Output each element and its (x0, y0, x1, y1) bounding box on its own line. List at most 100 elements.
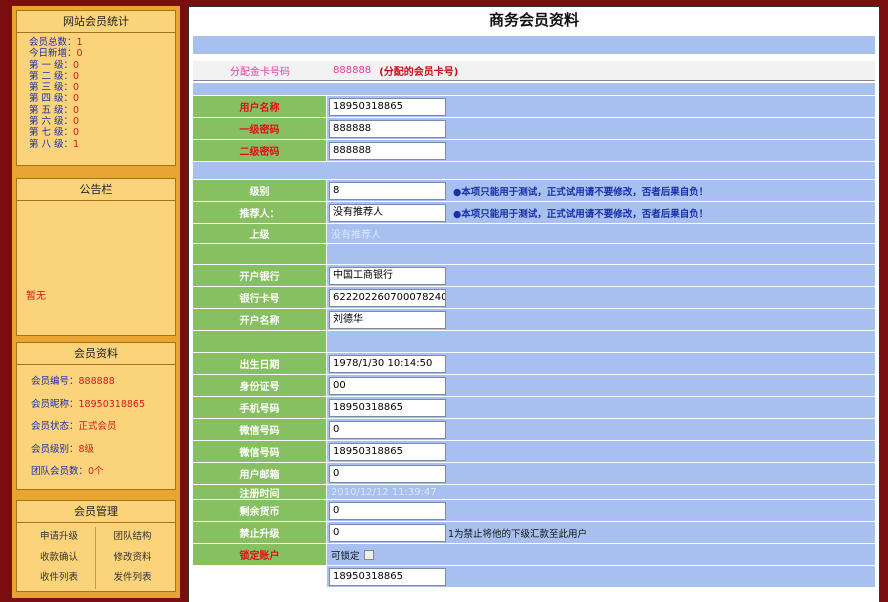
stat-label: 第 八 级： (29, 138, 74, 150)
card-no-field[interactable]: 6222022607000782406 (329, 288, 446, 307)
stat-value: 0 (73, 127, 80, 139)
member-info-title: 会员资料 (17, 343, 175, 365)
stat-label: 第 六 级： (29, 116, 74, 128)
info-row: 会员状态：正式会员 (31, 416, 175, 439)
info-label: 会员编号： (31, 376, 79, 387)
row-referrer: 推荐人： 没有推荐人 ●本项只能用于测试，正式试用请不要修改，否者后果自负！ (193, 202, 875, 223)
main-panel: 商务会员资料 分配金卡号码 888888 (分配的会员卡号) 用户名称 1895… (188, 6, 880, 602)
link-apply-upgrade[interactable]: 申请升级 (23, 527, 96, 548)
spacer-label (193, 331, 327, 352)
link-outbox[interactable]: 发件列表 (96, 568, 169, 589)
email-field[interactable]: 0 (329, 464, 446, 483)
id-no-field[interactable]: 00 (329, 376, 446, 395)
stat-label: 第 二 级： (29, 70, 74, 82)
pwd2-field[interactable]: 888888 (329, 141, 446, 160)
card-label: 分配金卡号码 (230, 67, 290, 78)
account-name-label: 开户名称 (193, 309, 327, 330)
referrer-note: ●本项只能用于测试，正式试用请不要修改，否者后果自负！ (453, 208, 709, 220)
management-links: 申请升级 团队结构 收款确认 修改资料 收件列表 发件列表 (17, 523, 175, 593)
card-note: (分配的会员卡号) (379, 67, 459, 78)
stat-value: 0 (73, 104, 80, 116)
referrer-field[interactable]: 没有推荐人 (329, 203, 446, 222)
stats-row: 第 六 级：0 (29, 116, 175, 127)
info-value: 18950318865 (78, 398, 146, 410)
stats-row: 第 三 级：0 (29, 82, 175, 93)
info-label: 会员状态： (31, 421, 79, 432)
blank-label (193, 566, 327, 587)
spacer-label (193, 244, 327, 264)
level-label: 级别 (193, 180, 327, 201)
member-info-list: 会员编号：888888 会员昵称：18950318865 会员状态：正式会员 会… (17, 365, 175, 484)
stats-row: 第 七 级：0 (29, 127, 175, 138)
ban-upgrade-field[interactable]: 0 (329, 523, 446, 542)
info-row: 会员级别：8级 (31, 439, 175, 462)
row-email: 用户邮箱 0 (193, 463, 875, 484)
level-field[interactable]: 8 (329, 181, 446, 200)
row-phone: 手机号码 18950318865 (193, 397, 875, 418)
username-field[interactable]: 18950318865 (329, 97, 446, 116)
info-value: 0个 (88, 466, 104, 477)
wechat-label: 微信号码 (193, 419, 327, 440)
card-row: 分配金卡号码 888888 (分配的会员卡号) (193, 61, 875, 81)
stat-value: 0 (73, 93, 80, 105)
row-wechat2: 微信号码 18950318865 (193, 441, 875, 462)
card-no-label: 银行卡号 (193, 287, 327, 308)
upper-label: 上级 (193, 224, 327, 243)
spacer-band (193, 162, 875, 179)
birthday-field[interactable]: 1978/1/30 10:14:50 (329, 354, 446, 373)
referrer-label: 推荐人： (193, 202, 327, 223)
stats-row: 第 二 级：0 (29, 71, 175, 82)
bank-label: 开户银行 (193, 265, 327, 286)
phone-field[interactable]: 18950318865 (329, 398, 446, 417)
stat-label: 第 五 级： (29, 104, 74, 116)
info-value: 8级 (78, 443, 95, 455)
last-field[interactable]: 18950318865 (329, 567, 446, 586)
lock-label: 锁定账户 (193, 544, 327, 565)
lock-checkbox[interactable] (363, 549, 374, 560)
wechat2-label: 微信号码 (193, 441, 327, 462)
management-title: 会员管理 (17, 501, 175, 523)
row-level: 级别 8 ●本项只能用于测试，正式试用请不要修改，否者后果自负！ (193, 180, 875, 201)
wechat2-field[interactable]: 18950318865 (329, 442, 446, 461)
stats-row: 第 八 级：1 (29, 139, 175, 150)
stat-value: 0 (73, 70, 80, 82)
stats-row: 第 五 级：0 (29, 105, 175, 116)
pwd1-label: 一级密码 (193, 118, 327, 139)
stat-label: 会员总数： (29, 37, 77, 48)
wechat-field[interactable]: 0 (329, 420, 446, 439)
pwd1-field[interactable]: 888888 (329, 119, 446, 138)
row-upper: 上级 没有推荐人 (193, 224, 875, 243)
link-team-structure[interactable]: 团队结构 (96, 527, 169, 548)
row-pwd2: 二级密码 888888 (193, 140, 875, 161)
bank-field[interactable]: 中国工商银行 (329, 266, 446, 285)
stat-label: 第 七 级： (29, 127, 74, 139)
link-inbox[interactable]: 收件列表 (23, 568, 96, 589)
spacer-band (193, 83, 875, 95)
stat-value: 0 (76, 48, 83, 60)
coins-field[interactable]: 0 (329, 501, 446, 520)
stats-row: 第 一 级：0 (29, 60, 175, 71)
notice-panel-title: 公告栏 (17, 179, 175, 201)
phone-label: 手机号码 (193, 397, 327, 418)
info-row: 会员编号：888888 (31, 371, 175, 394)
reg-time-value: 2010/12/12 11:39:47 (331, 486, 437, 498)
header-band (193, 36, 875, 54)
sidebar: 网站会员统计 会员总数：1 今日新增：0 第 一 级：0 第 二 级：0 第 三… (12, 6, 180, 598)
birthday-label: 出生日期 (193, 353, 327, 374)
stat-value: 1 (76, 37, 83, 48)
link-edit-profile[interactable]: 修改资料 (96, 548, 169, 569)
stats-panel-title: 网站会员统计 (17, 11, 175, 33)
row-coins: 剩余货币 0 (193, 500, 875, 521)
row-bank: 开户银行 中国工商银行 (193, 265, 875, 286)
level-note: ●本项只能用于测试，正式试用请不要修改，否者后果自负！ (453, 186, 709, 198)
link-payment-confirm[interactable]: 收款确认 (23, 547, 96, 568)
row-username: 用户名称 18950318865 (193, 96, 875, 117)
email-label: 用户邮箱 (193, 463, 327, 484)
stats-panel: 网站会员统计 会员总数：1 今日新增：0 第 一 级：0 第 二 级：0 第 三… (16, 10, 176, 166)
info-row: 会员昵称：18950318865 (31, 394, 175, 417)
row-reg-time: 注册时间 2010/12/12 11:39:47 (193, 485, 875, 500)
row-pwd1: 一级密码 888888 (193, 118, 875, 139)
row-card-no: 银行卡号 6222022607000782406 (193, 287, 875, 308)
row-account-name: 开户名称 刘德华 (193, 309, 875, 330)
account-name-field[interactable]: 刘德华 (329, 310, 446, 329)
